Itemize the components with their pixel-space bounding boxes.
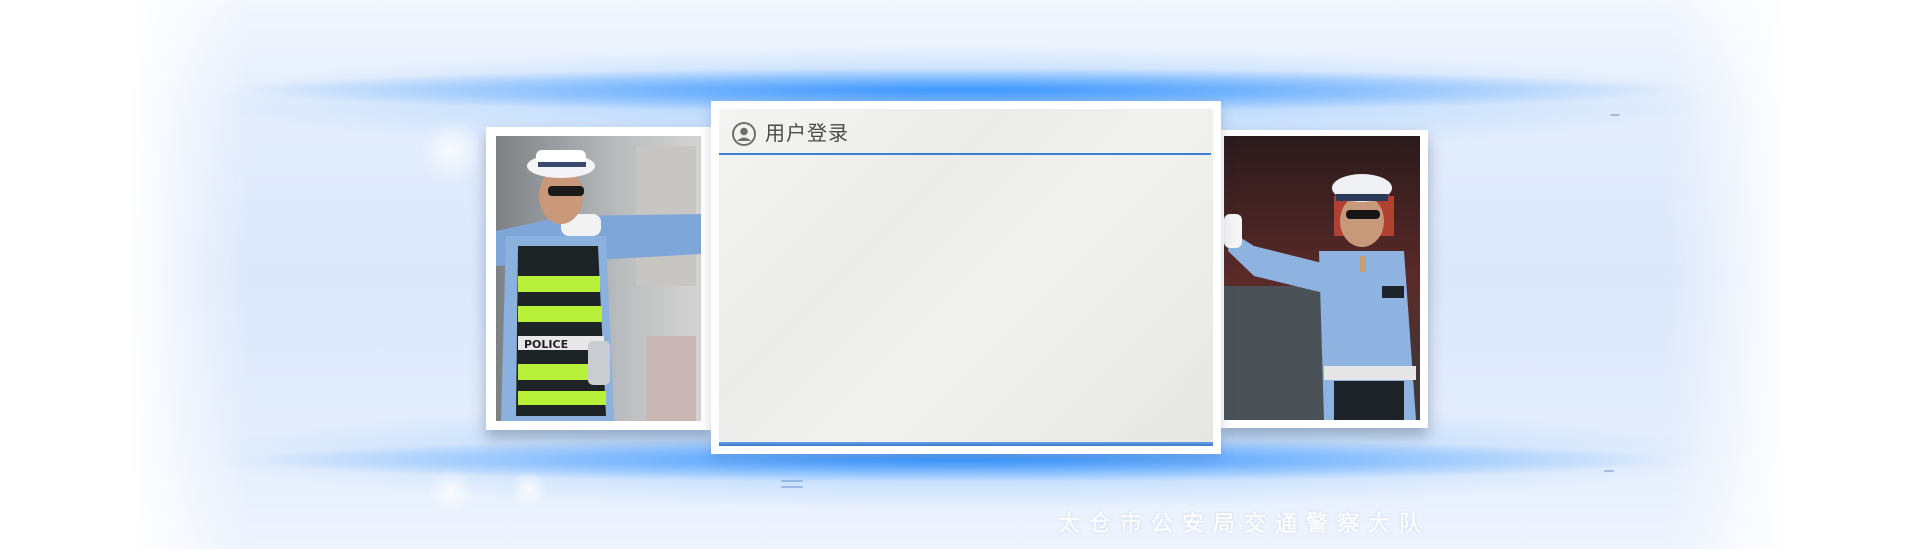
decorative-dash <box>1604 470 1614 472</box>
header-divider <box>719 153 1211 155</box>
login-panel-body: 用户登录 <box>719 109 1213 446</box>
right-officer-photo <box>1218 130 1428 428</box>
svg-text:POLICE: POLICE <box>524 338 568 351</box>
decorative-bubble <box>418 118 484 184</box>
login-panel: 用户登录 <box>711 101 1221 454</box>
login-header: 用户登录 <box>719 109 1213 155</box>
decorative-dash <box>781 480 803 482</box>
organization-name: 太仓市公安局交通警察大队 <box>1058 511 1431 537</box>
decorative-dash <box>1610 114 1620 116</box>
decorative-bubble <box>510 470 548 508</box>
decorative-dash <box>781 486 803 488</box>
user-circle-icon <box>732 122 756 146</box>
left-officer-photo: POLICE <box>486 127 712 430</box>
officer-photo-image: POLICE <box>496 136 701 421</box>
panel-bottom-border <box>719 442 1213 446</box>
decorative-bubble <box>428 468 474 514</box>
officer-photo-image <box>1224 136 1420 420</box>
login-title: 用户登录 <box>765 121 849 145</box>
